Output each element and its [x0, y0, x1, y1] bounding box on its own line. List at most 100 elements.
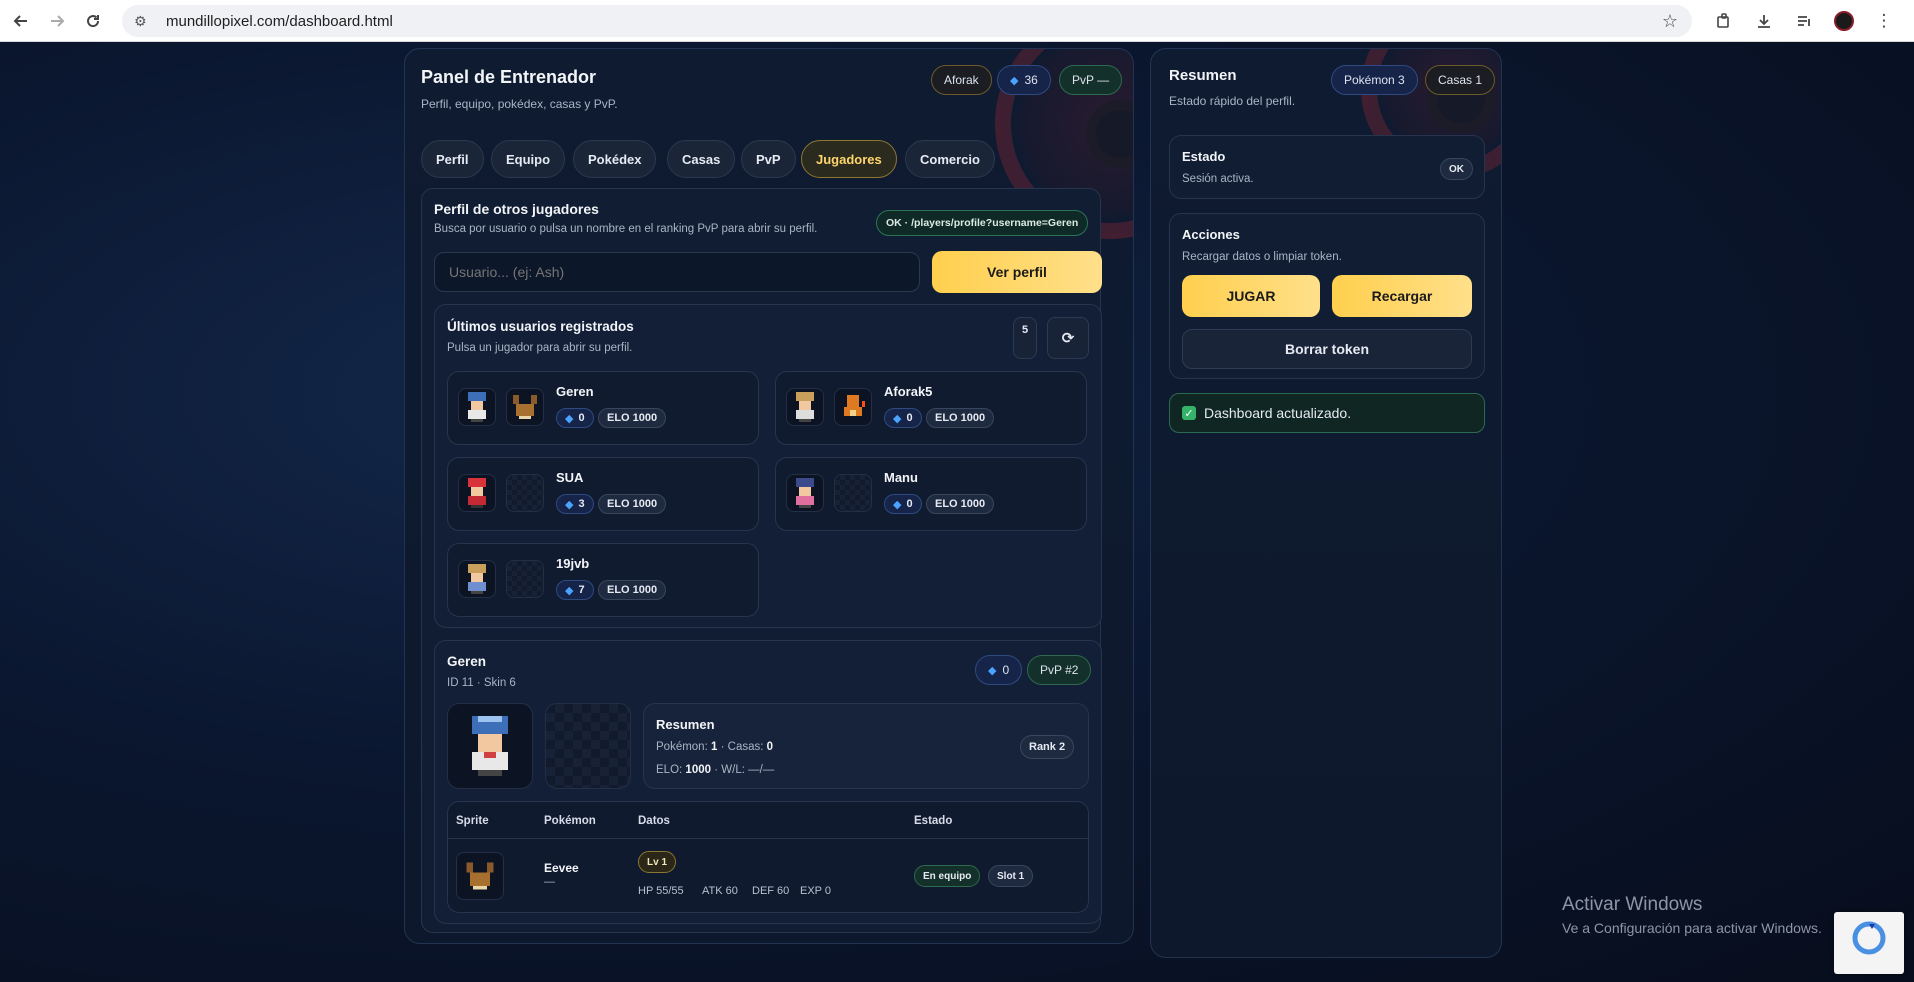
gem-icon: ◆ — [565, 412, 574, 425]
player-card[interactable]: Aforak5 ◆ 0 ELO 1000 — [775, 371, 1087, 445]
empty-pokemon-slot — [506, 474, 544, 512]
stat-def: DEF 60 — [752, 885, 790, 897]
column-header-data: Datos — [638, 815, 670, 827]
play-button[interactable]: JUGAR — [1182, 275, 1320, 317]
summary-panel: Resumen Estado rápido del perfil. Pokémo… — [1150, 48, 1502, 958]
profile-gems-badge: ◆ 0 — [975, 655, 1023, 685]
extensions-icon[interactable] — [1706, 4, 1742, 38]
user-badge: Aforak — [931, 65, 992, 95]
tab-equipo[interactable]: Equipo — [491, 140, 566, 178]
watermark-text: Ve a Configuración para activar Windows. — [1562, 920, 1822, 936]
stat-hp: HP 55/55 — [638, 885, 684, 897]
empty-pokemon-slot — [834, 474, 872, 512]
player-gems-badge: ◆ 7 — [556, 580, 594, 600]
wl-label: W/L: — [721, 764, 745, 776]
view-profile-button[interactable]: Ver perfil — [932, 251, 1102, 293]
trainer-sprite — [458, 388, 496, 426]
player-gems: 3 — [578, 498, 585, 510]
address-bar[interactable]: ⚙ mundillopixel.com/dashboard.html ☆ — [122, 5, 1692, 37]
site-settings-icon[interactable]: ⚙ — [134, 13, 154, 30]
gem-icon: ◆ — [565, 498, 574, 511]
menu-icon[interactable]: ⋮ — [1866, 4, 1902, 38]
separator: · — [714, 764, 719, 776]
actions-title: Acciones — [1182, 227, 1240, 242]
player-gems-badge: ◆ 0 — [884, 494, 922, 514]
player-card[interactable]: Geren ◆ 0 ELO 1000 — [447, 371, 759, 445]
forward-icon[interactable] — [40, 4, 74, 38]
pokemon-nickname: — — [544, 876, 555, 888]
player-gems: 7 — [578, 584, 585, 596]
pvp-badge: PvP — — [1059, 65, 1123, 95]
gems-count: 36 — [1024, 73, 1038, 87]
player-gems: 0 — [906, 498, 913, 510]
check-icon: ✓ — [1182, 406, 1196, 420]
player-elo-badge: ELO 1000 — [926, 494, 995, 514]
watermark-title: Activar Windows — [1562, 894, 1703, 915]
endpoint-status-badge: OK · /players/profile?username=Geren — [876, 210, 1089, 236]
recent-users-subtitle: Pulsa un jugador para abrir su perfil. — [447, 342, 633, 354]
tab-casas[interactable]: Casas — [667, 140, 736, 178]
user-badge-label: Aforak — [944, 73, 979, 87]
pokemon-sprite — [506, 388, 544, 426]
actions-card: Acciones Recargar datos o limpiar token.… — [1169, 213, 1485, 379]
pvp-badge-label: PvP — — [1072, 73, 1110, 87]
trainer-sprite — [786, 474, 824, 512]
player-card[interactable]: Manu ◆ 0 ELO 1000 — [775, 457, 1087, 531]
tab-pvp[interactable]: PvP — [741, 140, 796, 178]
pokemon-table: Sprite Pokémon Datos Estado Eevee — Lv 1… — [447, 801, 1089, 913]
download-icon[interactable] — [1746, 4, 1782, 38]
player-name: Manu — [884, 470, 918, 485]
star-icon[interactable]: ☆ — [1662, 11, 1678, 32]
players-section: Perfil de otros jugadores Busca por usua… — [421, 188, 1102, 933]
gem-icon: ◆ — [893, 412, 902, 425]
tab-comercio[interactable]: Comercio — [905, 140, 995, 178]
players-subtitle: Busca por usuario o pulsa un nombre en e… — [434, 223, 818, 235]
player-name: 19jvb — [556, 556, 590, 571]
stat-atk: ATK 60 — [702, 885, 738, 897]
clear-token-button[interactable]: Borrar token — [1182, 329, 1472, 369]
recent-users-title: Últimos usuarios registrados — [447, 319, 634, 334]
pokemon-name: Eevee — [544, 861, 579, 875]
media-icon[interactable] — [1786, 4, 1822, 38]
profile-pvp-badge: PvP #2 — [1027, 655, 1092, 685]
reload-button[interactable]: Recargar — [1332, 275, 1472, 317]
status-text: Sesión activa. — [1182, 173, 1254, 185]
elo-value: 1000 — [685, 764, 712, 776]
back-icon[interactable] — [4, 4, 38, 38]
stat-exp: EXP 0 — [800, 885, 831, 897]
refresh-icon[interactable]: ⟳ — [1047, 317, 1089, 359]
table-row[interactable]: Eevee — Lv 1 HP 55/55 ATK 60 DEF 60 EXP … — [448, 839, 1088, 913]
player-name: Aforak5 — [884, 384, 933, 399]
recaptcha-badge[interactable] — [1834, 912, 1904, 974]
trainer-sprite — [786, 388, 824, 426]
houses-label: Casas: — [727, 741, 764, 753]
reload-icon[interactable] — [76, 4, 110, 38]
pokemon-label: Pokémon: — [656, 741, 708, 753]
trainer-sprite — [458, 560, 496, 598]
houses-count: 0 — [766, 741, 774, 753]
page-title: Panel de Entrenador — [421, 67, 597, 87]
trainer-panel: Panel de Entrenador Perfil, equipo, poké… — [404, 48, 1134, 944]
gem-icon: ◆ — [565, 584, 574, 597]
player-elo-badge: ELO 1000 — [598, 408, 667, 428]
gem-icon: ◆ — [988, 664, 997, 677]
player-gems-badge: ◆ 3 — [556, 494, 594, 514]
profile-icon[interactable] — [1826, 4, 1862, 38]
profile-summary-counts: Pokémon: 1 · Casas: 0 — [656, 741, 773, 753]
page-subtitle: Perfil, equipo, pokédex, casas y PvP. — [421, 97, 618, 111]
pokemon-count-badge: Pokémon 3 — [1331, 65, 1418, 95]
recent-users-section: Últimos usuarios registrados Pulsa un ju… — [434, 304, 1102, 628]
profile-meta: ID 11 · Skin 6 — [447, 677, 516, 689]
tab-perfil[interactable]: Perfil — [421, 140, 484, 178]
elo-label: ELO: — [656, 764, 683, 776]
profile-name: Geren — [447, 654, 487, 669]
player-gems: 0 — [578, 412, 585, 424]
tab-jugadores[interactable]: Jugadores — [801, 140, 897, 178]
wl-value: —/— — [748, 764, 775, 776]
tab-pokedex[interactable]: Pokédex — [573, 140, 657, 178]
player-card[interactable]: 19jvb ◆ 7 ELO 1000 — [447, 543, 759, 617]
player-card[interactable]: SUA ◆ 3 ELO 1000 — [447, 457, 759, 531]
username-search-input[interactable] — [434, 252, 920, 292]
trainer-sprite — [458, 474, 496, 512]
profile-summary: Resumen Pokémon: 1 · Casas: 0 ELO: 1000 … — [643, 703, 1089, 789]
